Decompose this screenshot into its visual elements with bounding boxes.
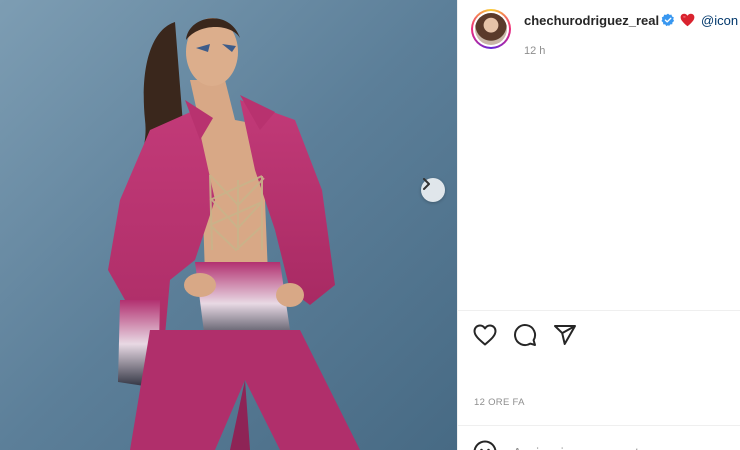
story-ring[interactable] [471, 9, 511, 49]
emoji-icon[interactable] [473, 440, 497, 450]
comment-bar [458, 425, 740, 450]
avatar[interactable] [475, 13, 507, 45]
mention-link[interactable]: @icon [701, 13, 738, 28]
heart-icon [473, 324, 497, 346]
action-bar [458, 322, 740, 352]
share-icon [554, 325, 576, 345]
verified-badge-icon [661, 13, 675, 27]
comment-icon [514, 324, 537, 347]
post-header: chechurodriguez_real @icon 12 h [458, 0, 740, 60]
comment-input[interactable] [513, 443, 713, 450]
post-photo[interactable] [0, 0, 457, 450]
post-sidebar: chechurodriguez_real @icon 12 h 12 ORE F… [457, 0, 740, 450]
next-photo-button[interactable] [421, 178, 445, 202]
comment-button[interactable] [512, 322, 538, 348]
red-heart-emoji [680, 13, 695, 27]
divider [458, 310, 740, 311]
post-time[interactable]: 12 h [524, 45, 545, 57]
like-button[interactable] [472, 322, 498, 348]
post-image [0, 0, 457, 450]
username-link[interactable]: chechurodriguez_real [524, 13, 659, 28]
share-button[interactable] [552, 322, 578, 348]
post-date[interactable]: 12 ORE FA [474, 397, 525, 408]
chevron-right-icon [423, 178, 430, 190]
